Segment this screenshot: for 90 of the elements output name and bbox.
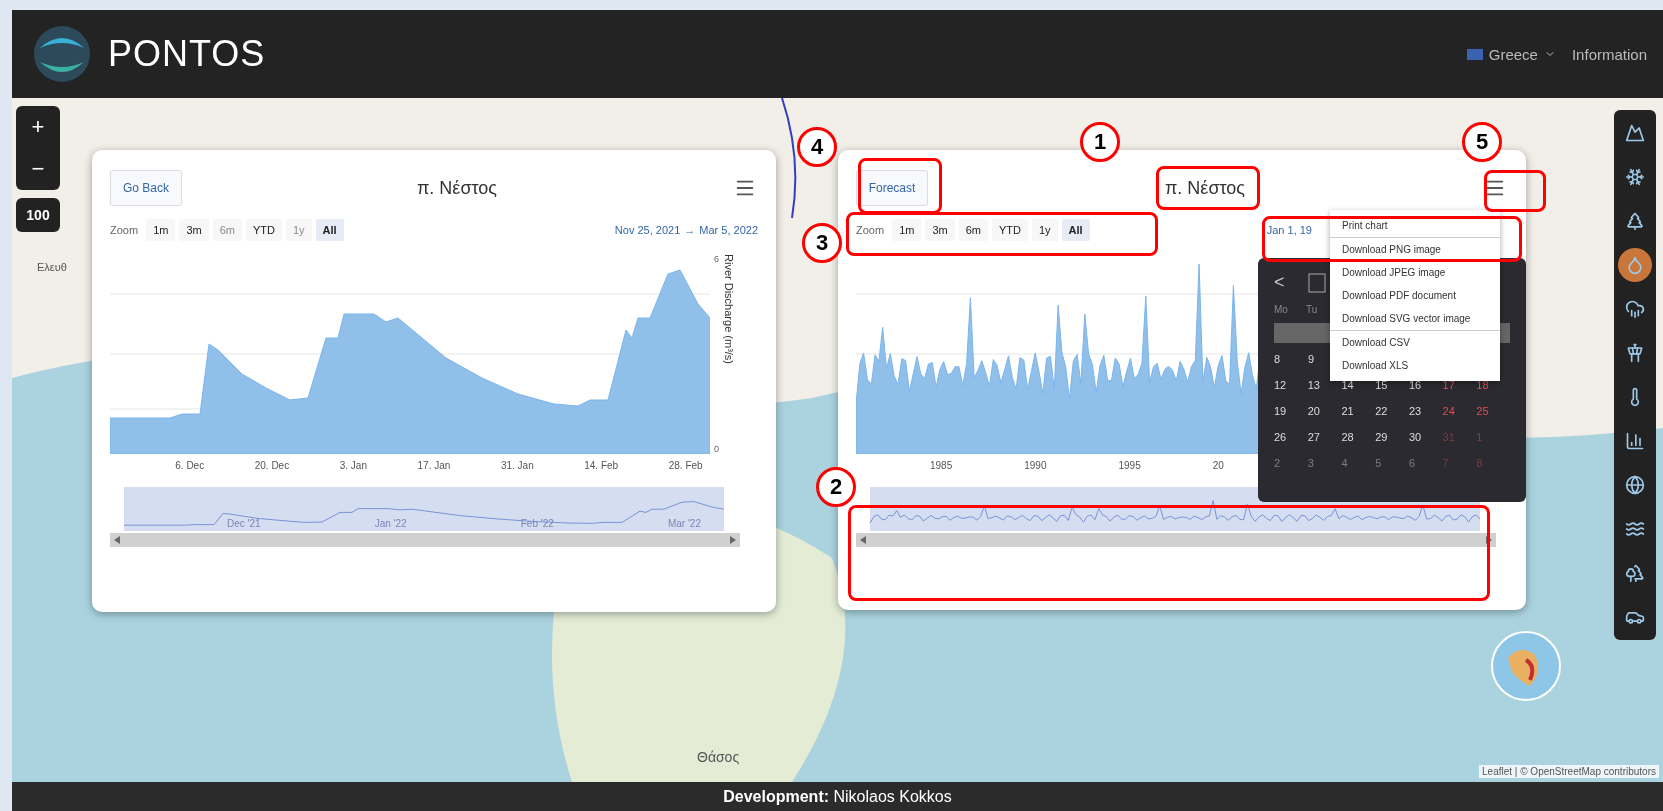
tower-icon: [1625, 343, 1645, 363]
calendar-day[interactable]: 21: [1341, 401, 1376, 421]
navigator-label: Dec '21: [227, 518, 261, 529]
range-button[interactable]: 3m: [179, 219, 209, 241]
calendar-day[interactable]: 3: [1307, 453, 1342, 473]
scale-button[interactable]: 100: [16, 198, 60, 232]
weekday-label: Tu: [1306, 304, 1319, 315]
date-from[interactable]: Nov 25, 2021: [614, 224, 681, 236]
calendar-day[interactable]: 30: [1408, 427, 1443, 447]
zoom-out-button[interactable]: −: [16, 148, 60, 190]
rain-cloud-icon: [1625, 299, 1645, 319]
calendar-day[interactable]: 29: [1375, 427, 1409, 447]
calendar-day[interactable]: 22: [1375, 401, 1409, 421]
zoom-label: Zoom: [856, 224, 885, 236]
snowflake-icon: [1625, 167, 1645, 187]
information-link[interactable]: Information: [1571, 45, 1647, 63]
navigator-label: Jan '22: [374, 518, 407, 529]
highlight-frame: [1484, 170, 1546, 212]
menu-item[interactable]: Download PDF document: [1330, 284, 1500, 307]
range-button[interactable]: 6m: [958, 219, 988, 241]
credit-text: Development: Nikolaos Kokkos: [723, 787, 952, 806]
x-axis-label: 1990: [1024, 460, 1047, 471]
place-label: Θάσος: [696, 748, 741, 766]
y-tick: 0: [714, 444, 719, 454]
calendar-day[interactable]: 6: [1408, 453, 1443, 473]
range-button[interactable]: 1y: [1031, 219, 1058, 241]
waves-icon: [1625, 519, 1645, 539]
x-axis-label: 20: [1212, 460, 1224, 471]
chart-title: π. Νέστος: [1164, 177, 1246, 199]
flag-icon: [1466, 48, 1483, 60]
calendar-day[interactable]: 25: [1476, 401, 1511, 421]
range-button[interactable]: 3m: [925, 219, 955, 241]
date-from[interactable]: Jan 1, 19: [1266, 224, 1312, 236]
logo-icon: [32, 24, 92, 84]
previous-month-button[interactable]: <: [1274, 272, 1294, 293]
country-dropdown[interactable]: Greece: [1466, 45, 1556, 63]
calendar-day[interactable]: 24: [1442, 401, 1477, 421]
x-axis-label: 31. Jan: [500, 460, 534, 471]
x-axis-label: 6. Dec: [175, 460, 205, 471]
range-button[interactable]: All: [315, 219, 344, 241]
calendar-day[interactable]: 19: [1274, 401, 1308, 421]
back-button[interactable]: Go Back: [110, 170, 182, 206]
calendar-day[interactable]: 20: [1307, 401, 1342, 421]
zoom-in-button[interactable]: +: [16, 106, 60, 148]
weekday-label: Mo: [1274, 304, 1289, 315]
trees-icon: [1625, 563, 1645, 583]
range-button[interactable]: YTD: [245, 219, 282, 241]
calendar-day[interactable]: 5: [1375, 453, 1409, 473]
calendar-day[interactable]: 27: [1307, 427, 1342, 447]
x-axis-label: 3. Jan: [339, 460, 367, 471]
x-axis-label: 1995: [1118, 460, 1141, 471]
menu-item[interactable]: Download JPEG image: [1330, 261, 1500, 284]
bar-chart-icon: [1625, 431, 1645, 451]
range-button[interactable]: All: [1061, 219, 1090, 241]
menu-item[interactable]: Download CSV: [1330, 331, 1500, 354]
tree-icon: [1625, 211, 1645, 231]
x-axis-label: 20. Dec: [254, 460, 290, 471]
calendar-day[interactable]: 8: [1274, 349, 1308, 369]
navigator-label: Feb '22: [520, 518, 554, 529]
callout-number: 2: [816, 467, 856, 507]
mountain-icon: [1625, 123, 1645, 143]
logo-text: PONTOS: [108, 33, 266, 75]
month-box-icon: [1308, 272, 1326, 293]
x-axis-label: 14. Feb: [584, 460, 619, 471]
calendar-day[interactable]: 28: [1341, 427, 1376, 447]
chart-title: π. Νέστος: [416, 177, 498, 199]
y-axis-label: River Discharge (m³/s): [723, 254, 735, 366]
x-axis-label: 17. Jan: [417, 460, 451, 471]
calendar-day[interactable]: 12: [1274, 375, 1308, 395]
menu-item[interactable]: Print chart: [1330, 214, 1500, 238]
calendar-day[interactable]: 26: [1274, 427, 1308, 447]
navigator-label: Mar '22: [667, 518, 701, 529]
x-axis-label: 28. Feb: [668, 460, 703, 471]
calendar-day[interactable]: 2: [1274, 453, 1308, 473]
map-attribution[interactable]: Leaflet | © OpenStreetMap contributors: [1479, 765, 1659, 778]
forecast-button[interactable]: Forecast: [856, 170, 928, 206]
calendar-day[interactable]: 23: [1408, 401, 1443, 421]
place-label: Ελευθ: [36, 260, 68, 274]
range-button[interactable]: 1m: [892, 219, 922, 241]
menu-item[interactable]: Download XLS: [1330, 354, 1500, 377]
range-button[interactable]: YTD: [991, 219, 1028, 241]
x-axis-label: 1985: [930, 460, 953, 471]
range-button[interactable]: 1m: [146, 219, 176, 241]
droplet-icon: [1625, 255, 1645, 275]
date-separator: →: [684, 224, 696, 236]
zoom-label: Zoom: [110, 224, 139, 236]
y-tick: 6: [714, 254, 719, 264]
calendar-day[interactable]: 13: [1307, 375, 1342, 395]
date-to[interactable]: Mar 5, 2022: [699, 224, 758, 236]
layer-button[interactable]: [1618, 248, 1652, 282]
